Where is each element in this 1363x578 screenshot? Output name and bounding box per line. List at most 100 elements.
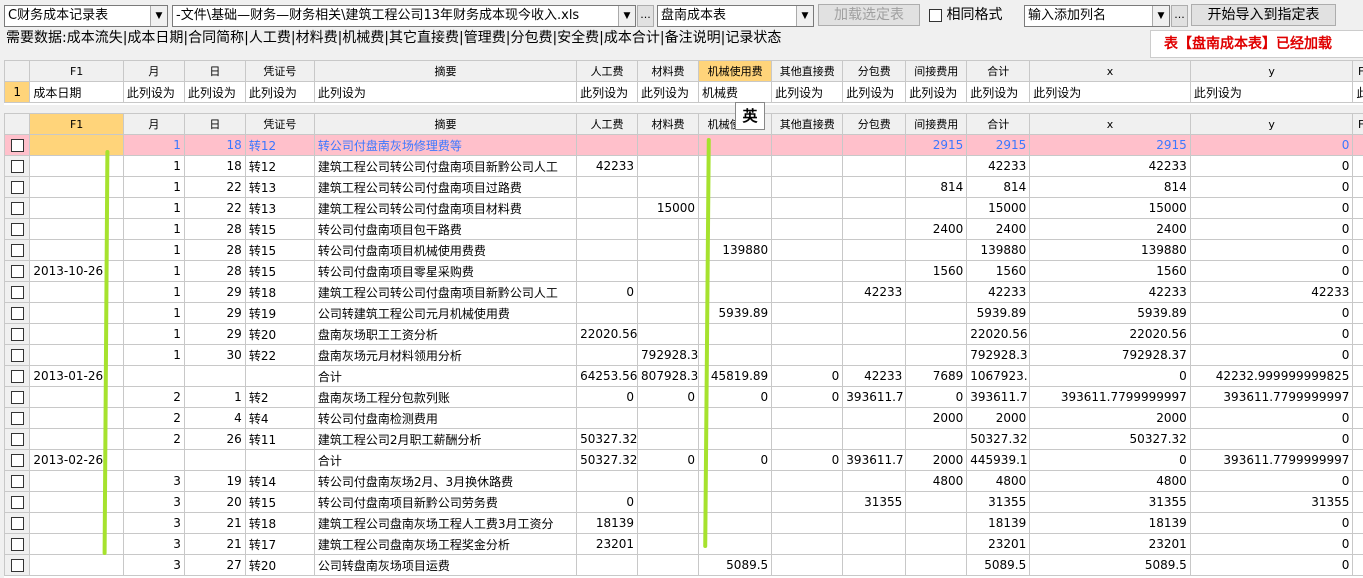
table-cell[interactable] — [698, 533, 773, 555]
table-cell[interactable] — [244, 449, 315, 471]
load-sheet-button[interactable]: 加载选定表 — [818, 4, 920, 26]
table-cell[interactable]: 50327.32 — [576, 449, 639, 471]
table-cell[interactable]: 26 — [183, 428, 246, 450]
checkbox-icon[interactable] — [10, 327, 24, 341]
table-cell[interactable]: 转公司付盘南灰场修理费等 — [313, 134, 578, 156]
data-grid[interactable]: F1月日凭证号摘要人工费材料费机械使用费其他直接费分包费间接费用合计xyF151… — [4, 113, 1363, 578]
table-cell[interactable]: 1067923. — [966, 365, 1031, 387]
checkbox-icon[interactable] — [10, 201, 24, 215]
table-cell[interactable]: 1 — [122, 176, 185, 198]
table-cell[interactable]: 2000 — [905, 449, 968, 471]
table-cell[interactable]: 转12 — [244, 155, 315, 177]
table-cell[interactable]: 建筑工程公司2月职工薪酬分析 — [313, 428, 578, 450]
table-cell[interactable] — [1352, 407, 1363, 429]
table-cell[interactable]: 30 — [183, 344, 246, 366]
table-cell[interactable] — [29, 428, 124, 450]
table-row[interactable]: 2 4 转4 转公司付盘南检测费用 2000 2000 2000 0 — [4, 407, 1363, 429]
table-cell[interactable] — [1352, 386, 1363, 408]
table-cell[interactable]: 0 — [698, 449, 773, 471]
table-cell[interactable]: 2013-10-26 — [29, 260, 124, 282]
table-cell[interactable] — [637, 260, 700, 282]
table-cell[interactable] — [183, 449, 246, 471]
table-cell[interactable] — [576, 239, 639, 261]
data-header-13[interactable]: y — [1189, 113, 1354, 135]
map-header-12[interactable]: x — [1029, 60, 1191, 82]
table-cell[interactable] — [576, 176, 639, 198]
table-cell[interactable]: 21 — [183, 512, 246, 534]
table-cell[interactable] — [637, 281, 700, 303]
table-cell[interactable]: 转13 — [244, 197, 315, 219]
table-cell[interactable]: 4800 — [1029, 470, 1191, 492]
table-cell[interactable] — [771, 344, 844, 366]
table-cell[interactable]: 转12 — [244, 134, 315, 156]
chevron-down-icon[interactable]: ▼ — [1152, 6, 1169, 26]
table-cell[interactable] — [1352, 512, 1363, 534]
table-cell[interactable]: 18139 — [1029, 512, 1191, 534]
table-cell[interactable]: 转13 — [244, 176, 315, 198]
table-row[interactable]: 3 19 转14 转公司付盘南灰场2月、3月换休路费 4800 4800 4800 0 — [4, 470, 1363, 492]
table-cell[interactable]: 2400 — [1029, 218, 1191, 240]
data-header-11[interactable]: 合计 — [966, 113, 1031, 135]
map-header-3[interactable]: 凭证号 — [244, 60, 315, 82]
map-header-5[interactable]: 人工费 — [576, 60, 639, 82]
table-cell[interactable]: 18 — [183, 134, 246, 156]
checkbox-icon[interactable] — [929, 8, 942, 22]
table-cell[interactable]: 1560 — [966, 260, 1031, 282]
table-cell[interactable]: 0 — [698, 386, 773, 408]
table-cell[interactable] — [771, 428, 844, 450]
table-cell[interactable]: 22 — [183, 176, 246, 198]
table-cell[interactable] — [29, 491, 124, 513]
table-cell[interactable] — [1352, 344, 1363, 366]
checkbox-icon[interactable] — [10, 180, 24, 194]
table-row[interactable]: 1 22 转13 建筑工程公司转公司付盘南项目过路费 814 814 814 0 — [4, 176, 1363, 198]
table-cell[interactable] — [905, 554, 968, 576]
table-cell[interactable] — [771, 260, 844, 282]
table-cell[interactable] — [637, 512, 700, 534]
mapping-cell[interactable]: 机械费 — [698, 81, 773, 103]
table-cell[interactable]: 31355 — [1029, 491, 1191, 513]
table-cell[interactable]: 28 — [183, 218, 246, 240]
table-cell[interactable]: 合计 — [313, 365, 578, 387]
table-cell[interactable]: 2400 — [966, 218, 1031, 240]
table-cell[interactable]: 5939.89 — [966, 302, 1031, 324]
file-path-select[interactable]: -文件\基础—财务—财务相关\建筑工程公司13年财务成本现今收入.xls ▼ — [172, 5, 636, 27]
table-cell[interactable]: 1560 — [1029, 260, 1191, 282]
table-row[interactable]: 3 21 转17 建筑工程公司盘南灰场工程奖金分析 23201 23201 23201 0 — [4, 533, 1363, 555]
table-cell[interactable] — [842, 197, 907, 219]
table-cell[interactable]: 转19 — [244, 302, 315, 324]
table-cell[interactable] — [698, 491, 773, 513]
table-cell[interactable]: 42233 — [966, 281, 1031, 303]
mapping-cell[interactable]: 此列设为 — [1029, 81, 1191, 103]
table-cell[interactable]: 42233 — [966, 155, 1031, 177]
table-cell[interactable]: 0 — [1189, 512, 1354, 534]
table-cell[interactable] — [842, 302, 907, 324]
table-cell[interactable] — [576, 197, 639, 219]
mapping-cell[interactable]: 此列设为 — [244, 81, 315, 103]
table-cell[interactable] — [1352, 176, 1363, 198]
table-row[interactable]: 1 28 转15 转公司付盘南项目机械使用费费 139880 139880 139880 0 — [4, 239, 1363, 261]
checkbox-icon[interactable] — [10, 243, 24, 257]
checkbox-icon[interactable] — [10, 306, 24, 320]
table-cell[interactable]: 393611.7799999997 — [1029, 386, 1191, 408]
table-cell[interactable] — [771, 470, 844, 492]
table-cell[interactable]: 139880 — [1029, 239, 1191, 261]
table-cell[interactable] — [29, 197, 124, 219]
table-cell[interactable] — [637, 239, 700, 261]
table-cell[interactable] — [698, 512, 773, 534]
table-cell[interactable]: 0 — [576, 281, 639, 303]
table-cell[interactable]: 建筑工程公司盘南灰场工程奖金分析 — [313, 533, 578, 555]
checkbox-icon[interactable] — [10, 369, 24, 383]
table-cell[interactable]: 建筑工程公司转公司付盘南项目过路费 — [313, 176, 578, 198]
table-cell[interactable]: 792928.3 — [637, 344, 700, 366]
table-cell[interactable] — [771, 407, 844, 429]
table-cell[interactable]: 转17 — [244, 533, 315, 555]
table-cell[interactable]: 转公司付盘南项目新黔公司劳务费 — [313, 491, 578, 513]
table-cell[interactable] — [771, 554, 844, 576]
table-cell[interactable]: 0 — [1189, 302, 1354, 324]
table-cell[interactable]: 1 — [122, 344, 185, 366]
table-cell[interactable]: 0 — [1189, 134, 1354, 156]
table-cell[interactable] — [771, 239, 844, 261]
table-cell[interactable]: 0 — [771, 449, 844, 471]
mapping-cell[interactable]: 此列设为 — [1189, 81, 1354, 103]
table-cell[interactable] — [905, 533, 968, 555]
